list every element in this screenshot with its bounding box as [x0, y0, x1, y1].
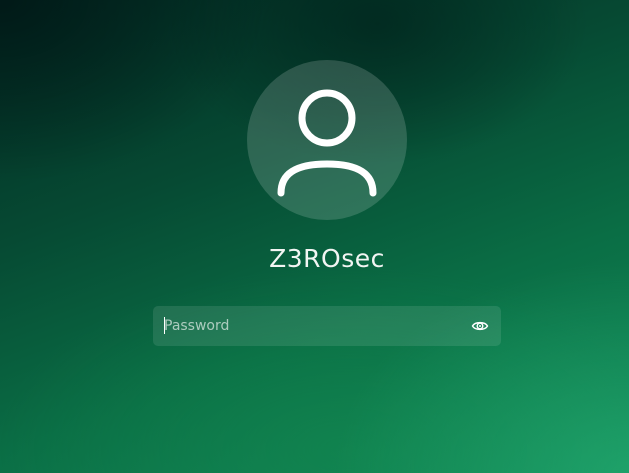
login-panel: Z3ROsec: [0, 0, 629, 473]
password-field-container[interactable]: [153, 306, 501, 346]
show-password-button[interactable]: [471, 318, 489, 334]
text-cursor: [164, 317, 165, 334]
username-label: Z3ROsec: [269, 244, 385, 273]
user-silhouette-icon: [277, 89, 377, 197]
password-input[interactable]: [153, 306, 464, 346]
eye-icon: [471, 321, 489, 331]
user-avatar: [247, 60, 407, 220]
